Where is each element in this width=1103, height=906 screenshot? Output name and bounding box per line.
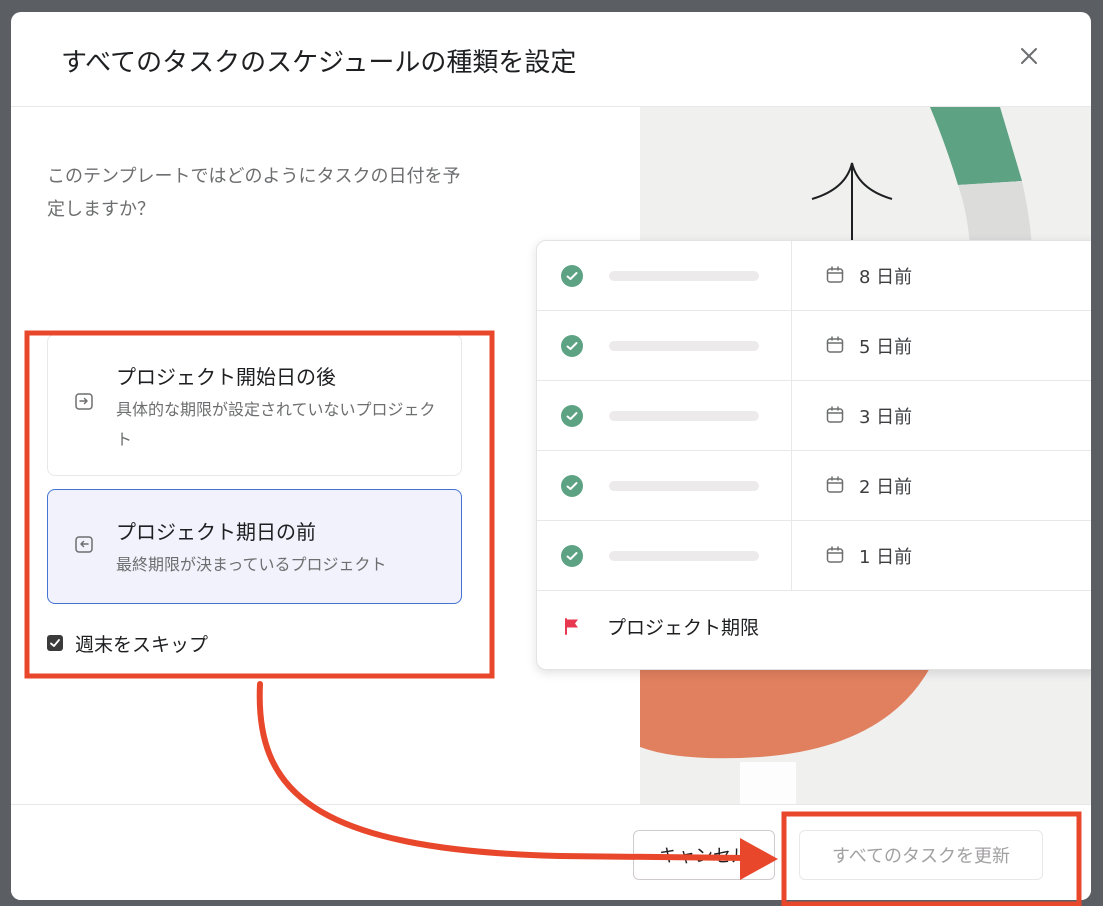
schedule-question: このテンプレートではどのようにタスクの日付を予定しますか？ bbox=[47, 166, 461, 220]
check-circle-icon bbox=[561, 545, 583, 567]
relative-date: 8 日前 bbox=[859, 267, 913, 288]
skip-weekends-checkbox[interactable] bbox=[47, 635, 63, 651]
calendar-icon bbox=[826, 406, 844, 423]
dialog-title: すべてのタスクのスケジュールの種類を設定 bbox=[61, 48, 577, 78]
calendar-icon bbox=[826, 266, 844, 283]
option-description: 具体的な期限が設定されていないプロジェクト bbox=[116, 400, 436, 449]
project-deadline-label: プロジェクト期限 bbox=[607, 617, 760, 639]
column-divider bbox=[791, 521, 792, 590]
calendar-arrow-right-icon bbox=[75, 393, 93, 410]
task-name-placeholder bbox=[609, 551, 759, 561]
project-deadline-row: プロジェクト期限 bbox=[537, 591, 1091, 661]
option-before-due-date[interactable]: プロジェクト期日の前 最終期限が決まっているプロジェクト bbox=[47, 489, 462, 604]
relative-date: 2 日前 bbox=[859, 477, 913, 498]
task-name-placeholder bbox=[609, 271, 759, 281]
preview-task-row: 2 日前 bbox=[537, 451, 1091, 521]
task-name-placeholder bbox=[609, 481, 759, 491]
check-circle-icon bbox=[561, 265, 583, 287]
preview-task-row: 1 日前 bbox=[537, 521, 1091, 591]
calendar-icon bbox=[826, 546, 844, 563]
skip-weekends-label: 週末をスキップ bbox=[75, 633, 209, 656]
schedule-type-dialog: すべてのタスクのスケジュールの種類を設定 このテンプレートではどのようにタスクの… bbox=[11, 12, 1091, 900]
column-divider bbox=[791, 381, 792, 450]
skip-weekends-toggle[interactable]: 週末をスキップ bbox=[47, 629, 208, 657]
option-description: 最終期限が決まっているプロジェクト bbox=[116, 555, 387, 574]
dialog-footer: キャンセル すべてのタスクを更新 bbox=[11, 804, 1091, 900]
option-title: プロジェクト開始日の後 bbox=[116, 365, 336, 389]
relative-date: 3 日前 bbox=[859, 407, 913, 428]
relative-date: 5 日前 bbox=[859, 337, 913, 358]
flag-icon bbox=[565, 618, 578, 635]
task-name-placeholder bbox=[609, 411, 759, 421]
preview-task-row: 3 日前 bbox=[537, 381, 1091, 451]
relative-date: 1 日前 bbox=[859, 547, 913, 568]
column-divider bbox=[791, 311, 792, 380]
check-circle-icon bbox=[561, 335, 583, 357]
calendar-icon bbox=[826, 336, 844, 353]
task-schedule-preview-card: 8 日前 5 日前 3 日前 2 日前 1 日前 プロジェクト期限 bbox=[536, 240, 1091, 670]
dialog-header: すべてのタスクのスケジュールの種類を設定 bbox=[11, 12, 1091, 107]
column-divider bbox=[791, 241, 792, 310]
update-all-tasks-button[interactable]: すべてのタスクを更新 bbox=[799, 830, 1043, 880]
option-after-start-date[interactable]: プロジェクト開始日の後 具体的な期限が設定されていないプロジェクト bbox=[47, 334, 462, 476]
cancel-button[interactable]: キャンセル bbox=[633, 830, 775, 880]
option-title: プロジェクト期日の前 bbox=[116, 520, 316, 544]
calendar-arrow-left-icon bbox=[75, 536, 93, 553]
column-divider bbox=[791, 451, 792, 520]
check-circle-icon bbox=[561, 475, 583, 497]
close-icon bbox=[1021, 48, 1037, 64]
preview-task-row: 8 日前 bbox=[537, 241, 1091, 311]
check-circle-icon bbox=[561, 405, 583, 427]
task-name-placeholder bbox=[609, 341, 759, 351]
close-button[interactable] bbox=[1015, 42, 1043, 70]
checkmark-icon bbox=[50, 639, 60, 647]
preview-task-row: 5 日前 bbox=[537, 311, 1091, 381]
calendar-icon bbox=[826, 476, 844, 493]
